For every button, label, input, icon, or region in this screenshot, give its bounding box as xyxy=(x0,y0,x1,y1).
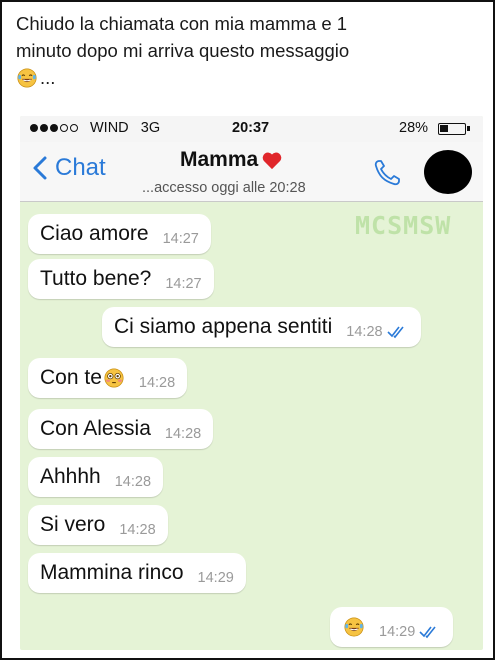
status-bar: WIND 3G 20:37 28% xyxy=(20,116,483,142)
phone-call-icon[interactable] xyxy=(370,156,404,190)
message-text: Con Alessia xyxy=(40,417,151,440)
flushed-face-icon xyxy=(104,368,124,388)
back-label: Chat xyxy=(55,154,106,181)
message-bubble-in[interactable]: Con te 14:28 xyxy=(28,358,188,398)
battery-percent: 28% xyxy=(399,120,429,136)
message-bubble-in[interactable]: Ciao amore 14:27 xyxy=(28,214,211,254)
carrier-name: WIND xyxy=(90,120,129,136)
message-bubble-out[interactable]: Ci siamo appena sentiti 14:28 xyxy=(102,307,421,347)
caption-line-2: minuto dopo mi arriva questo messaggio xyxy=(16,40,350,61)
message-text: Tutto bene? xyxy=(40,267,152,290)
carrier-label: WIND 3G xyxy=(90,120,160,136)
message-bubble-in[interactable]: Ahhhh 14:28 xyxy=(28,457,164,497)
message-text: Ciao amore xyxy=(40,222,149,245)
battery-icon xyxy=(438,123,470,135)
chat-header: Chat Mamma ...accesso oggi alle 20:28 xyxy=(20,142,483,202)
message-bubble-in[interactable]: Mammina rinco 14:29 xyxy=(28,553,246,593)
heart-icon xyxy=(262,152,282,170)
laughing-tears-icon xyxy=(344,617,364,637)
caption-line-3: ... xyxy=(16,64,481,91)
message-timestamp: 14:28 xyxy=(114,474,152,490)
message-bubble-in[interactable]: Con Alessia 14:28 xyxy=(28,409,214,449)
back-button[interactable]: Chat xyxy=(32,154,106,182)
message-bubble-out[interactable]: 14:29 xyxy=(330,607,454,647)
chevron-left-icon xyxy=(33,156,47,180)
signal-strength-icon xyxy=(30,124,78,132)
last-seen-status: ...accesso oggi alle 20:28 xyxy=(142,180,306,196)
message-timestamp: 14:28 xyxy=(138,375,176,391)
caption-ellipsis: ... xyxy=(40,67,56,88)
message-bubble-in[interactable]: Si vero 14:28 xyxy=(28,505,168,545)
message-text: Ahhhh xyxy=(40,465,101,488)
network-type: 3G xyxy=(140,120,161,136)
message-bubble-in[interactable]: Tutto bene? 14:27 xyxy=(28,259,214,299)
message-timestamp: 14:27 xyxy=(165,276,202,292)
message-text: Con te xyxy=(40,366,102,389)
chat-screenshot: WIND 3G 20:37 28% Chat Mamma ...accesso … xyxy=(20,116,483,650)
message-timestamp: 14:28 xyxy=(119,522,156,538)
message-text: Mammina rinco xyxy=(40,561,184,584)
caption-line-1: Chiudo la chiamata con mia mamma e 1 xyxy=(16,13,348,34)
laughing-tears-icon xyxy=(17,67,37,88)
status-time: 20:37 xyxy=(232,120,270,136)
post-caption: Chiudo la chiamata con mia mamma e 1 min… xyxy=(16,10,481,91)
read-receipt-icon xyxy=(387,326,404,339)
message-timestamp: 14:29 xyxy=(197,570,234,586)
message-text: Si vero xyxy=(40,513,106,536)
message-timestamp: 14:27 xyxy=(162,231,199,247)
contact-avatar[interactable] xyxy=(424,150,472,194)
watermark-text: MCSMSW xyxy=(355,211,452,240)
message-timestamp: 14:28 xyxy=(164,426,202,442)
contact-title[interactable]: Mamma xyxy=(180,148,283,172)
message-text: Ci siamo appena sentiti xyxy=(114,315,333,338)
message-timestamp: 14:29 xyxy=(379,624,416,640)
message-timestamp: 14:28 xyxy=(346,324,383,340)
contact-name: Mamma xyxy=(180,148,259,171)
read-receipt-icon xyxy=(419,626,436,639)
